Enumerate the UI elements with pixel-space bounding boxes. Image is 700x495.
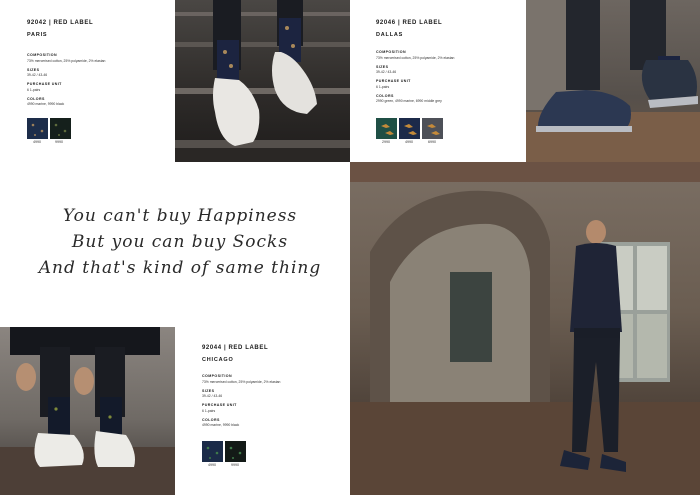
dallas-swatch-grey [422, 118, 443, 139]
sock-pattern-icon [31, 123, 44, 136]
chicago-unit-label: PURCHASE UNIT [202, 403, 237, 407]
chicago-sizes-label: SIZES [202, 388, 215, 393]
dallas-swatch-green [376, 118, 397, 139]
chicago-colors: 4990 marine, 9990 black [202, 423, 240, 427]
dallas-colors: 2990 green, 4990 marine, 6990 middle gre… [376, 99, 442, 103]
warehouse-model-illustration [350, 162, 700, 495]
paris-unit-label: PURCHASE UNIT [27, 82, 62, 86]
paris-swatch-black [50, 118, 71, 139]
paris-swatch-num-2: 9990 [55, 140, 63, 144]
paris-composition: 73% mercerised cotton, 25% polyamide, 2%… [27, 58, 106, 63]
photo-dallas-sneakers [526, 0, 700, 162]
dallas-sizes: 39-42 / 43-46 [376, 70, 397, 74]
stairs-sneakers-illustration [175, 0, 350, 162]
chicago-sizes: 39-42 / 43-46 [202, 394, 223, 398]
dallas-swatch-num-3: 6990 [428, 140, 436, 144]
quote-line-2: But you can buy Socks [71, 232, 289, 252]
dallas-composition-label: COMPOSITION [376, 50, 406, 54]
chicago-composition: 73% mercerised cotton, 25% polyamide, 2%… [202, 379, 281, 384]
paris-composition-label: COMPOSITION [27, 53, 57, 57]
sock-pattern-icon [229, 446, 242, 459]
chicago-unit: 6 1-pairs [202, 408, 216, 413]
paris-swatch-num-1: 4990 [33, 140, 41, 144]
dallas-swatch-num-1: 2990 [382, 140, 390, 144]
chicago-swatch-black [225, 441, 246, 462]
chicago-info: 92044 | RED LABEL CHICAGO COMPOSITION 73… [202, 345, 347, 427]
paris-sizes-label: SIZES [27, 67, 40, 72]
sock-pattern-icon [427, 124, 440, 135]
quote-block: You can't buy Happiness But you can buy … [20, 206, 340, 278]
photo-chicago-laces [0, 327, 175, 495]
sock-pattern-icon [381, 124, 394, 135]
quote-line-3: And that's kind of same thing [38, 258, 322, 278]
photo-paris-stairs [175, 0, 350, 162]
dallas-sizes-label: SIZES [376, 64, 389, 69]
sock-pattern-icon [206, 446, 219, 459]
paris-code: 92042 | RED LABEL [27, 20, 94, 26]
dallas-city: DALLAS [376, 32, 404, 38]
chicago-swatch-num-2: 9990 [231, 463, 239, 467]
chicago-composition-label: COMPOSITION [202, 374, 232, 378]
dallas-swatch-marine [399, 118, 420, 139]
runner-sneakers-illustration [526, 0, 700, 162]
photo-chicago-warehouse [350, 162, 700, 495]
paris-sizes: 39-42 / 43-46 [27, 73, 48, 77]
laces-illustration [0, 327, 175, 495]
paris-unit: 6 1-pairs [27, 87, 41, 92]
chicago-swatch-marine [202, 441, 223, 462]
paris-city: PARIS [27, 32, 48, 38]
dallas-unit: 6 1-pairs [376, 84, 390, 89]
dallas-composition: 73% mercerised cotton, 25% polyamide, 2%… [376, 55, 455, 60]
chicago-city: CHICAGO [202, 357, 234, 363]
dallas-code: 92046 | RED LABEL [376, 20, 443, 26]
dallas-colors-label: COLORS [376, 93, 394, 98]
sock-pattern-icon [404, 124, 417, 135]
dallas-unit-label: PURCHASE UNIT [376, 79, 411, 83]
dallas-swatch-num-2: 4990 [405, 140, 413, 144]
quote-line-1: You can't buy Happiness [62, 206, 298, 226]
chicago-colors-label: COLORS [202, 417, 220, 422]
dallas-info: 92046 | RED LABEL DALLAS COMPOSITION 73%… [376, 20, 521, 103]
chicago-swatch-num-1: 4990 [208, 463, 216, 467]
paris-colors-label: COLORS [27, 96, 45, 101]
paris-info: 92042 | RED LABEL PARIS COMPOSITION 73% … [27, 20, 167, 106]
paris-swatch-marine [27, 118, 48, 139]
sock-pattern-icon [54, 123, 67, 136]
chicago-code: 92044 | RED LABEL [202, 345, 269, 351]
paris-colors: 4990 marine, 9990 black [27, 102, 65, 106]
